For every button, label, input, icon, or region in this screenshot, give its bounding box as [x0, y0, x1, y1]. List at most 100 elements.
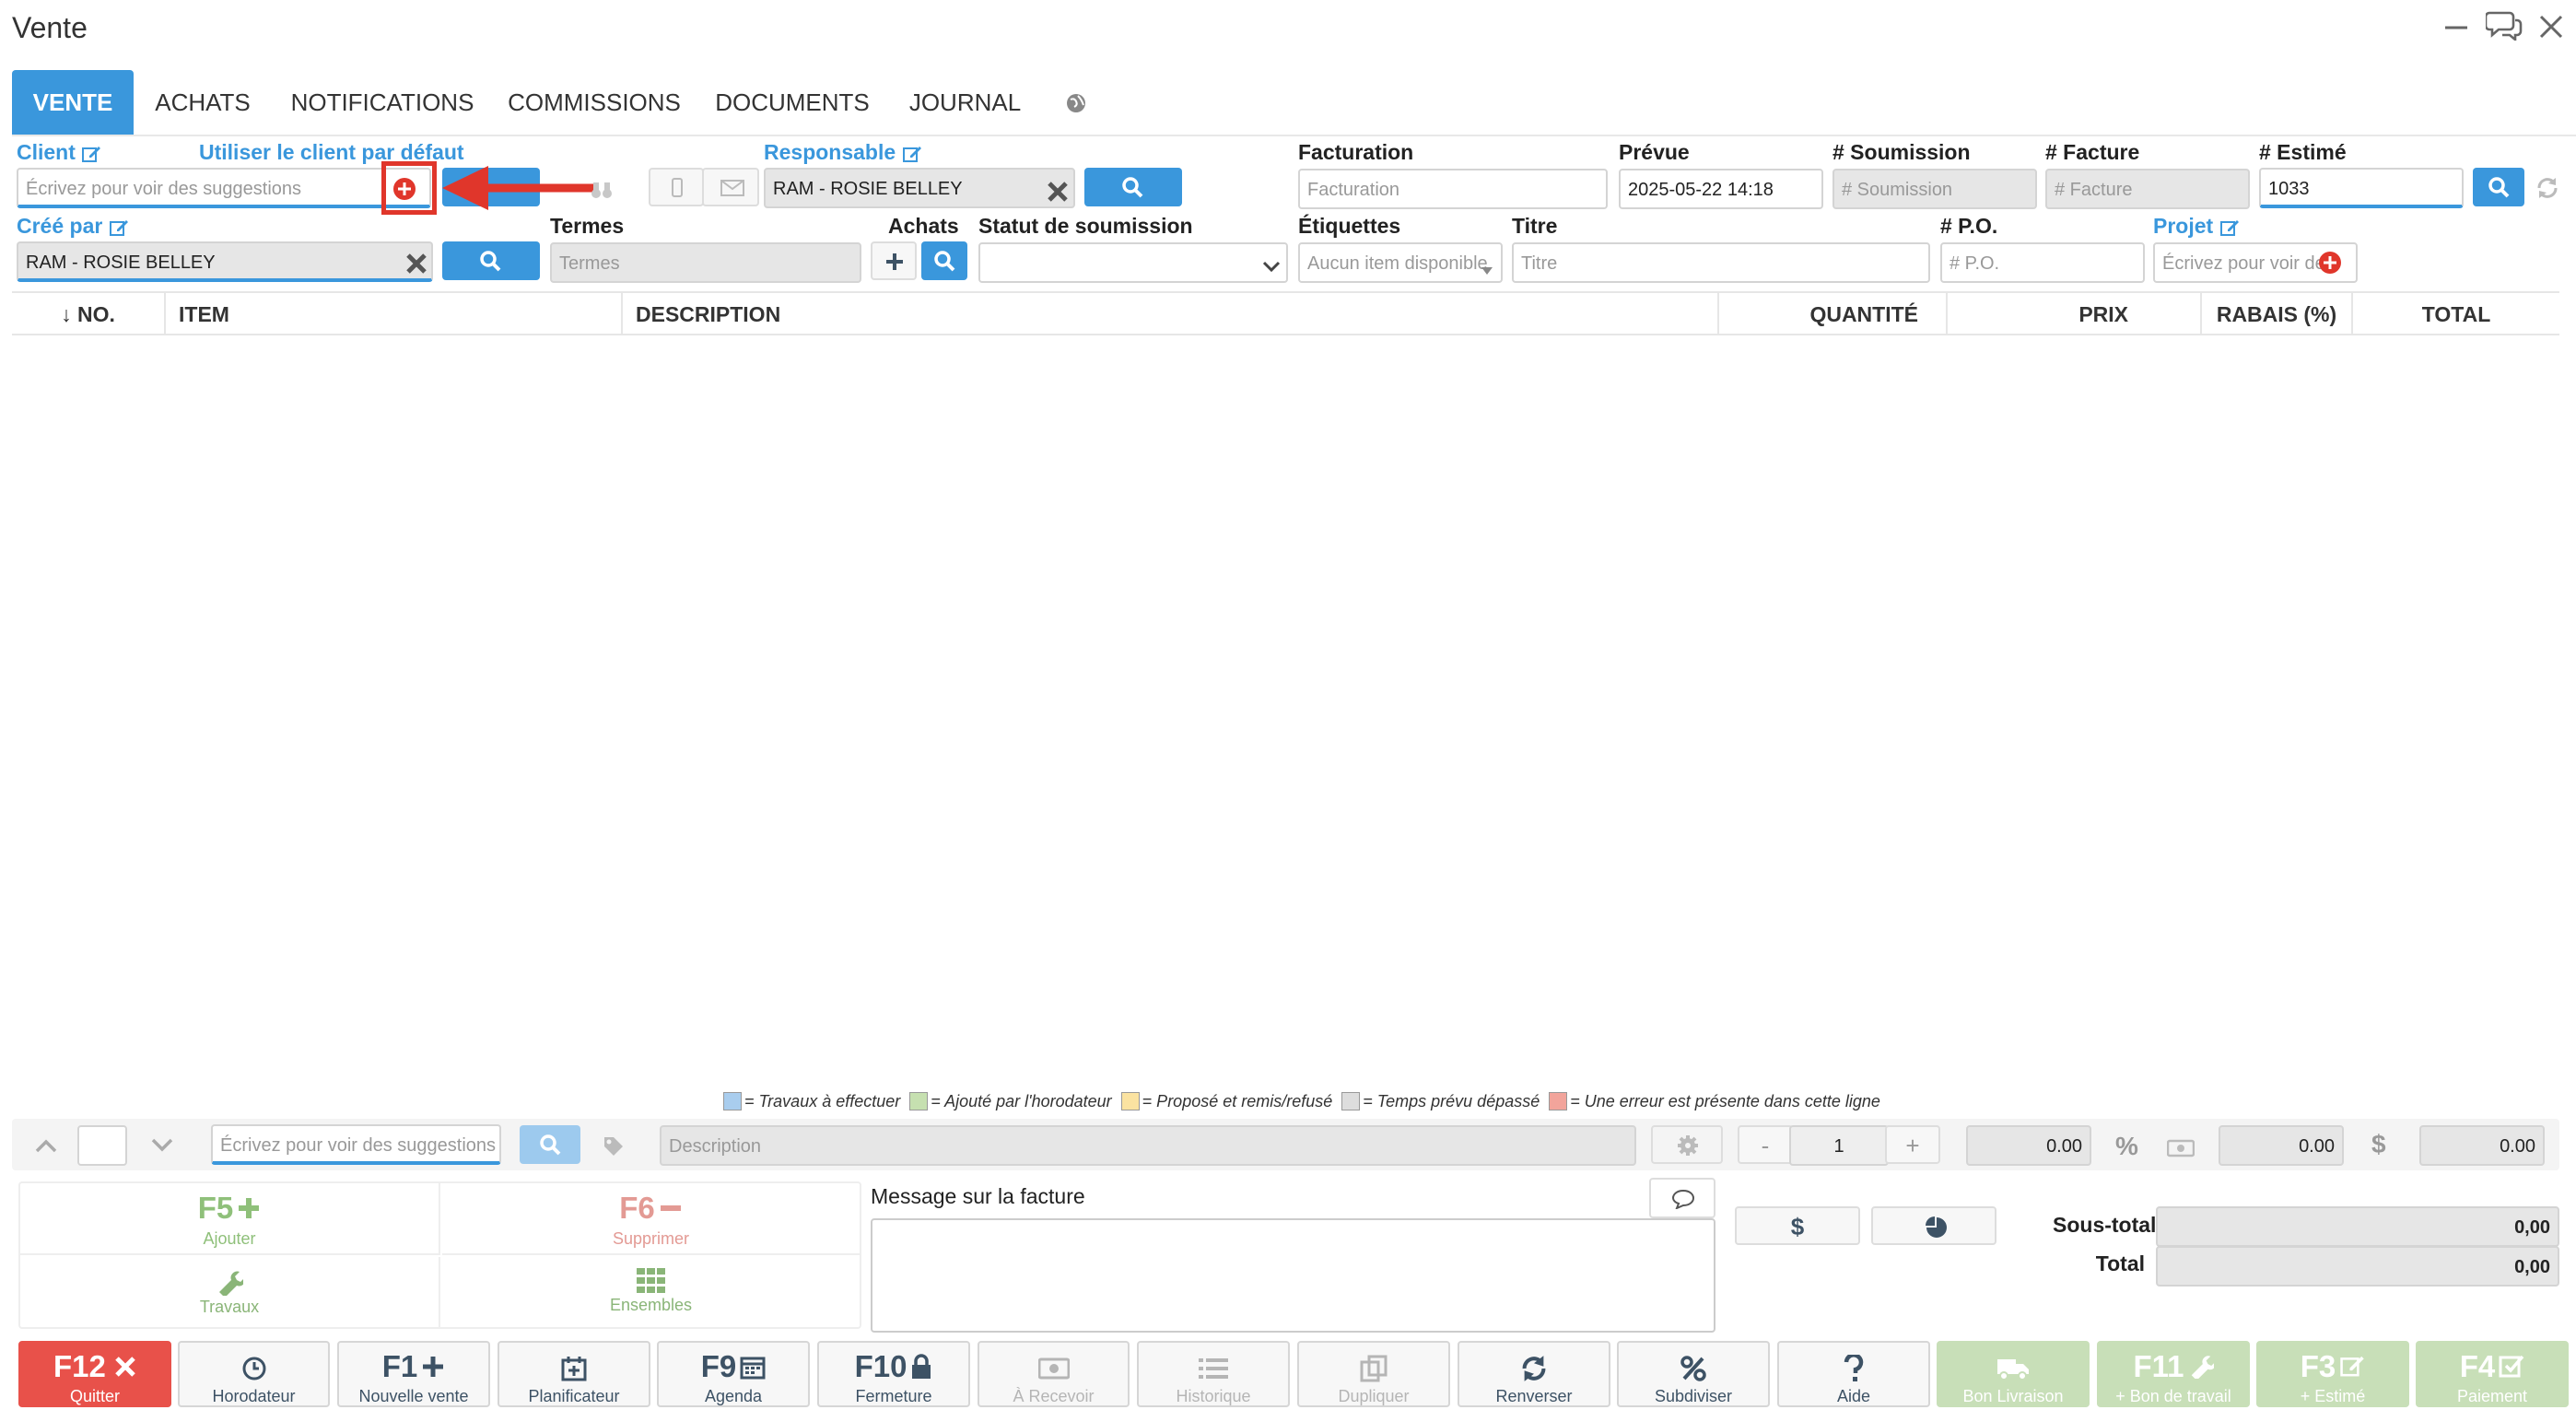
- responsable-label[interactable]: Responsable: [764, 140, 922, 165]
- ajouter-button[interactable]: F5 Ajouter: [20, 1183, 440, 1255]
- globe-icon[interactable]: [1065, 90, 1087, 113]
- tag-icon[interactable]: [603, 1134, 625, 1157]
- plus-icon: [886, 253, 903, 270]
- aide-button[interactable]: Aide: [1777, 1341, 1930, 1407]
- a-recevoir-button[interactable]: À Recevoir: [978, 1341, 1130, 1407]
- bon-livraison-button[interactable]: Bon Livraison: [1937, 1341, 2090, 1407]
- refresh-icon[interactable]: [2535, 175, 2559, 199]
- legend-item: = Proposé et remis/refusé: [1142, 1091, 1333, 1110]
- titre-input[interactable]: Titre: [1512, 242, 1930, 283]
- subdiviser-button[interactable]: Subdiviser: [1617, 1341, 1770, 1407]
- message-comment-button[interactable]: [1649, 1178, 1715, 1218]
- quitter-button[interactable]: F12 Quitter: [18, 1341, 171, 1407]
- check-square-icon: [2499, 1355, 2524, 1378]
- paiement-button[interactable]: F4 Paiement: [2416, 1341, 2569, 1407]
- supprimer-button[interactable]: F6 Supprimer: [442, 1183, 860, 1255]
- responsable-field[interactable]: RAM - ROSIE BELLEY: [764, 168, 1075, 208]
- facture-label: # Facture: [2045, 140, 2140, 164]
- facturation-input[interactable]: Facturation: [1298, 169, 1608, 209]
- line-number-input[interactable]: [77, 1125, 127, 1166]
- renverser-button[interactable]: Renverser: [1458, 1341, 1610, 1407]
- settings-button[interactable]: [1651, 1125, 1723, 1164]
- client-label[interactable]: Client: [17, 140, 101, 165]
- pie-chart-icon: [1926, 1216, 1947, 1238]
- horodateur-button[interactable]: Horodateur: [178, 1341, 330, 1407]
- titre-label: Titre: [1512, 214, 1558, 238]
- termes-input[interactable]: Termes: [550, 242, 861, 283]
- historique-button[interactable]: Historique: [1137, 1341, 1290, 1407]
- bon-de-travail-button[interactable]: F11 + Bon de travail: [2097, 1341, 2250, 1407]
- col-prix: PRIX: [1948, 293, 2202, 334]
- travaux-label: Travaux: [199, 1298, 260, 1316]
- soumission-input: # Soumission: [1832, 169, 2037, 209]
- item-search-input[interactable]: Écrivez pour voir des suggestions: [211, 1124, 501, 1165]
- clear-cree-par-icon[interactable]: [405, 251, 427, 274]
- col-item: ITEM: [166, 293, 623, 334]
- search-icon: [540, 1134, 561, 1156]
- wrench-icon: [219, 1271, 243, 1296]
- tab-achats[interactable]: ACHATS: [147, 70, 258, 135]
- tab-vente[interactable]: VENTE: [12, 70, 134, 135]
- ensembles-button[interactable]: Ensembles: [442, 1257, 860, 1327]
- move-up-button[interactable]: [17, 1125, 72, 1164]
- responsable-search-button[interactable]: [1084, 168, 1182, 206]
- percent-toggle[interactable]: %: [2115, 1132, 2138, 1161]
- email-button[interactable]: [702, 168, 759, 206]
- item-search-button[interactable]: [520, 1125, 580, 1164]
- grid-icon: [636, 1268, 665, 1293]
- cree-par-search-button[interactable]: [442, 241, 540, 280]
- estime-button[interactable]: F3 + Estimé: [2256, 1341, 2409, 1407]
- add-achat-button[interactable]: [871, 241, 917, 280]
- quantity-input[interactable]: 1: [1789, 1125, 1889, 1166]
- travaux-button[interactable]: Travaux: [20, 1257, 440, 1327]
- dollar-toggle[interactable]: $: [2371, 1130, 2386, 1159]
- quantity-plus-button[interactable]: +: [1885, 1125, 1940, 1164]
- clear-responsable-icon[interactable]: [1047, 179, 1069, 202]
- tab-commissions[interactable]: COMMISSIONS: [502, 70, 686, 135]
- cree-par-label[interactable]: Créé par: [17, 214, 129, 239]
- col-rabais: RABAIS (%): [2202, 293, 2353, 334]
- po-input[interactable]: # P.O.: [1940, 242, 2145, 283]
- plus-icon: [423, 1357, 444, 1377]
- pie-chart-button[interactable]: [1871, 1206, 1996, 1245]
- discount-input[interactable]: 0.00: [2219, 1125, 2344, 1166]
- quantity-minus-button[interactable]: -: [1738, 1125, 1793, 1164]
- prevue-input[interactable]: 2025-05-22 14:18: [1619, 169, 1823, 209]
- tab-journal[interactable]: JOURNAL: [903, 70, 1027, 135]
- price-input[interactable]: 0.00: [1966, 1125, 2091, 1166]
- message-textarea[interactable]: [871, 1218, 1715, 1333]
- legend-swatch: [1120, 1092, 1140, 1110]
- legend-item: = Travaux à effectuer: [744, 1091, 901, 1110]
- client-input[interactable]: Écrivez pour voir des suggestions: [17, 168, 431, 208]
- planificateur-button[interactable]: Planificateur: [498, 1341, 650, 1407]
- lock-icon: [912, 1354, 931, 1379]
- termes-label: Termes: [550, 214, 625, 238]
- plus-icon: [239, 1198, 260, 1218]
- close-icon[interactable]: [2537, 13, 2565, 41]
- move-down-button[interactable]: [133, 1125, 188, 1164]
- statut-select[interactable]: [978, 242, 1288, 283]
- dupliquer-button[interactable]: Dupliquer: [1297, 1341, 1450, 1407]
- fermeture-button[interactable]: F10 Fermeture: [817, 1341, 970, 1407]
- money-icon[interactable]: [2167, 1135, 2195, 1157]
- cree-par-field[interactable]: RAM - ROSIE BELLEY: [17, 241, 433, 282]
- projet-label[interactable]: Projet: [2153, 214, 2240, 239]
- col-no[interactable]: ↓ NO.: [12, 293, 166, 334]
- chat-icon[interactable]: [2486, 9, 2523, 41]
- tab-notifications[interactable]: NOTIFICATIONS: [286, 70, 479, 135]
- chevron-down-icon: [1262, 254, 1281, 273]
- estime-input[interactable]: 1033: [2259, 168, 2464, 208]
- dollar-button[interactable]: $: [1735, 1206, 1860, 1245]
- achat-search-button[interactable]: [921, 241, 967, 280]
- nouvelle-vente-button[interactable]: F1 Nouvelle vente: [337, 1341, 490, 1407]
- estime-search-button[interactable]: [2473, 168, 2524, 206]
- minimize-icon[interactable]: [2443, 15, 2469, 41]
- binoculars-icon[interactable]: [590, 177, 614, 199]
- description-input[interactable]: Description: [660, 1125, 1636, 1166]
- etiquettes-select[interactable]: Aucun item disponible: [1298, 242, 1503, 283]
- tab-documents[interactable]: DOCUMENTS: [714, 70, 871, 135]
- add-projet-icon[interactable]: [2318, 250, 2342, 275]
- phone-button[interactable]: [649, 168, 704, 206]
- col-total: TOTAL: [2421, 302, 2491, 326]
- agenda-button[interactable]: F9 Agenda: [657, 1341, 810, 1407]
